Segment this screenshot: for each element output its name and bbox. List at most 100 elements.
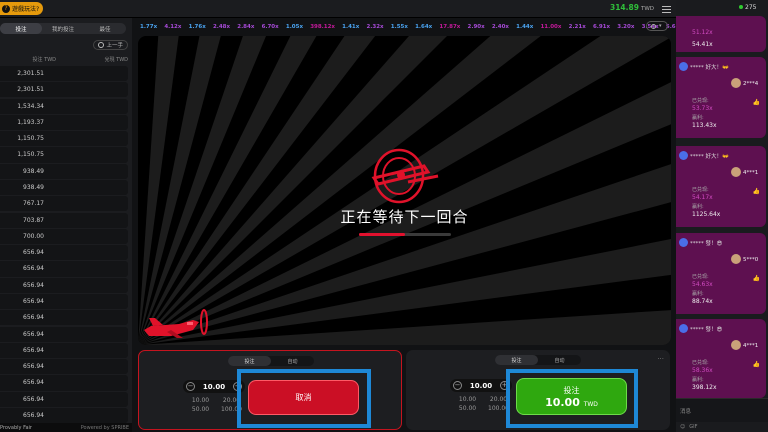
table-row: 656.94 xyxy=(0,245,128,261)
table-row: 938.49 xyxy=(0,179,128,196)
quick-amount-button[interactable]: 50.00 xyxy=(185,406,216,413)
table-row: 656.94 xyxy=(0,261,128,277)
multiplier-history: 1.77x 4.12x 1.76x 2.48x 2.84x 6.70x 1.05x 398.1… xyxy=(140,21,683,32)
multiplier-item[interactable]: 3.20x xyxy=(617,24,634,30)
thumbs-up-icon[interactable]: 👍 xyxy=(753,188,760,195)
cashout-multiplier: 53.73x xyxy=(692,105,713,112)
bet-amount: 656.94 xyxy=(23,411,44,419)
avatar xyxy=(731,167,741,177)
multiplier-item[interactable]: 2.90x xyxy=(468,24,485,30)
avatar xyxy=(731,78,741,88)
multiplier-item[interactable]: 2.84x xyxy=(237,24,254,30)
multiplier-item[interactable]: 6.70x xyxy=(262,24,279,30)
bet-amount: 656.94 xyxy=(23,330,44,338)
cashed-label: 已兑现: xyxy=(692,360,709,366)
tab-0[interactable]: 投注 xyxy=(0,23,42,34)
waiting-message: 正在等待下一回合 xyxy=(340,208,469,226)
bet-amount: 1,534.34 xyxy=(17,102,44,110)
col-bet: 投注 TWD xyxy=(32,57,56,63)
multiplier-item[interactable]: 6.91x xyxy=(593,24,610,30)
top-bar: ? 遊戲玩法? 314.89 TWD xyxy=(0,0,676,18)
previous-round-button[interactable]: 上一手 xyxy=(93,40,128,50)
chat-user: ***** 發！😎 xyxy=(690,327,723,333)
round-progress-bar xyxy=(359,233,451,236)
gif-icon[interactable]: GIF xyxy=(689,424,697,430)
powered-by: Powered by SPRIBE xyxy=(80,424,129,431)
bet-amount: 656.94 xyxy=(23,395,44,403)
mode-tab-1[interactable]: 自动 xyxy=(538,355,581,365)
multiplier-item[interactable]: 1.76x xyxy=(189,24,206,30)
chat-message-card: ***** 好大！👐 2***4 已兑现: 53.73x 赢利: 113.43x 👍 xyxy=(676,57,766,138)
avatar xyxy=(731,254,741,264)
chat-user: ***** 好大！👐 xyxy=(690,65,729,71)
how-to-play-button[interactable]: ? 遊戲玩法? xyxy=(0,2,44,15)
online-count: 275 xyxy=(739,4,756,11)
quick-amounts-right: 10.00 20.00 50.00 100.00 xyxy=(452,396,514,412)
win-multiplier: 398.12x xyxy=(692,384,717,391)
quick-amount-button[interactable]: 10.00 xyxy=(452,396,483,403)
user-badge-icon xyxy=(679,238,688,247)
table-row: 656.94 xyxy=(0,342,128,358)
emoji-icon[interactable]: ☺ xyxy=(680,424,685,430)
chat-message-card: ***** 好大！👐 4***1 已兑现: 54.17x 赢利: 1125.64x 👍 xyxy=(676,146,766,227)
more-options-icon[interactable]: ··· xyxy=(657,355,664,363)
mode-tab-0[interactable]: 投注 xyxy=(495,355,538,365)
chevron-down-icon: ▾ xyxy=(659,23,662,29)
chat-input[interactable]: 消息 xyxy=(676,398,768,422)
game-canvas: 正在等待下一回合 xyxy=(138,36,671,345)
multiplier-item[interactable]: 11.00x xyxy=(540,24,561,30)
mode-tab-0[interactable]: 投注 xyxy=(228,356,271,366)
bet-amount-stepper-right[interactable]: − 10.00 + xyxy=(450,379,512,392)
bet-amount: 2,301.51 xyxy=(17,70,44,77)
hamburger-menu-icon[interactable] xyxy=(662,4,671,13)
bets-column-header: 投注 TWD 兌現 TWD xyxy=(0,56,132,65)
multiplier-item[interactable]: 4.12x xyxy=(164,24,181,30)
chat-user: ***** 發！😎 xyxy=(690,241,723,247)
tab-2[interactable]: 最佳 xyxy=(84,23,126,34)
tab-1[interactable]: 我的投注 xyxy=(42,23,84,34)
multiplier-item[interactable]: 17.87x xyxy=(439,24,460,30)
multiplier-item[interactable]: 398.12x xyxy=(310,24,335,30)
thumbs-up-icon[interactable]: 👍 xyxy=(753,361,760,368)
multiplier-item[interactable]: 2.40x xyxy=(492,24,509,30)
quick-amount-button[interactable]: 50.00 xyxy=(452,405,483,412)
bet-amount-stepper-left[interactable]: − 10.00 + xyxy=(183,380,245,393)
multiplier-item[interactable]: 1.64x xyxy=(415,24,432,30)
player-name: 2***4 xyxy=(743,81,759,87)
bet-amount: 656.94 xyxy=(23,249,44,257)
bet-mode-tabs-right: 投注 自动 xyxy=(495,355,581,365)
table-row: 656.94 xyxy=(0,277,128,293)
bet-amount: 938.49 xyxy=(23,167,44,175)
plane-icon xyxy=(144,309,208,338)
multiplier-item[interactable]: 2.48x xyxy=(213,24,230,30)
table-row: 703.87 xyxy=(0,212,128,228)
propeller-logo-icon xyxy=(371,148,439,204)
cashed-label: 已兑现: xyxy=(692,98,709,104)
multiplier-item[interactable]: 1.77x xyxy=(140,24,157,30)
balance-display: 314.89 TWD xyxy=(610,3,654,12)
table-row: 1,150.75 xyxy=(0,131,128,147)
thumbs-up-icon[interactable]: 👍 xyxy=(753,275,760,282)
balance-currency: TWD xyxy=(640,6,654,12)
thumbs-up-icon[interactable]: 👍 xyxy=(753,99,760,106)
sidebar-footer: Provably Fair Powered by SPRIBE xyxy=(0,423,132,432)
cashout-multiplier: 58.36x xyxy=(692,367,713,374)
quick-amount-button[interactable]: 10.00 xyxy=(185,397,216,404)
multiplier-item[interactable]: 1.55x xyxy=(391,24,408,30)
clock-icon xyxy=(98,42,105,48)
how-to-play-label: 遊戲玩法? xyxy=(12,6,40,13)
chat-message-card: 51.12x 54.41x xyxy=(676,16,766,52)
multiplier-item[interactable]: 2.32x xyxy=(366,24,383,30)
provably-fair-link[interactable]: Provably Fair xyxy=(0,425,32,431)
multiplier-item[interactable]: 1.44x xyxy=(516,24,533,30)
win-multiplier: 88.74x xyxy=(692,298,713,305)
table-row: 656.94 xyxy=(0,326,128,342)
table-row: 656.94 xyxy=(0,375,128,391)
chat-sidebar: 275 51.12x 54.41x ***** 好大！👐 2***4 已兑现: 53.73… xyxy=(676,0,768,432)
mode-tab-1[interactable]: 自动 xyxy=(271,356,314,366)
table-row: 656.94 xyxy=(0,391,128,407)
multiplier-item[interactable]: 1.41x xyxy=(342,24,359,30)
multiplier-item[interactable]: 1.05x xyxy=(286,24,303,30)
history-toggle-button[interactable]: ▾ xyxy=(646,21,668,31)
multiplier-item[interactable]: 2.21x xyxy=(569,24,586,30)
